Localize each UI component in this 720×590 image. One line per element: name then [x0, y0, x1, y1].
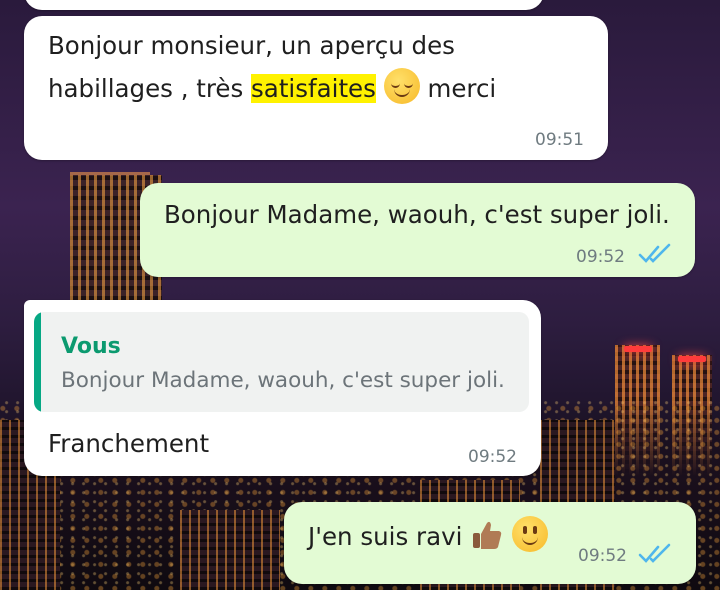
thumbs-up-icon — [473, 521, 502, 549]
message-text: J'en suis ravi — [308, 516, 548, 557]
outgoing-message[interactable]: Bonjour Madame, waouh, c'est super joli.… — [140, 183, 695, 277]
quote-text: Bonjour Madame, waouh, c'est super joli. — [61, 368, 505, 393]
outgoing-message[interactable]: J'en suis ravi 09:52 — [284, 502, 696, 584]
highlighted-text: satisfaites — [251, 74, 376, 103]
message-text: Bonjour Madame, waouh, c'est super joli. — [164, 200, 670, 229]
previous-message-bubble[interactable] — [24, 0, 544, 10]
message-text: habillages , très satisfaites merci — [48, 68, 496, 109]
message-time: 09:52 — [578, 546, 627, 566]
message-time: 09:52 — [468, 447, 517, 467]
message-text: Bonjour monsieur, un aperçu des — [48, 31, 455, 60]
quoted-message[interactable]: Vous Bonjour Madame, waouh, c'est super … — [34, 312, 529, 412]
message-text: Franchement — [48, 429, 210, 458]
smiling-face-icon — [512, 516, 548, 552]
read-receipt-icon — [638, 543, 671, 563]
incoming-message[interactable]: Bonjour monsieur, un aperçu des habillag… — [24, 16, 608, 160]
quote-author: Vous — [61, 334, 121, 359]
message-time: 09:51 — [535, 130, 584, 150]
read-receipt-icon — [638, 243, 671, 263]
quote-accent-bar — [34, 312, 41, 412]
message-time: 09:52 — [576, 247, 625, 267]
relieved-face-icon — [383, 68, 420, 104]
